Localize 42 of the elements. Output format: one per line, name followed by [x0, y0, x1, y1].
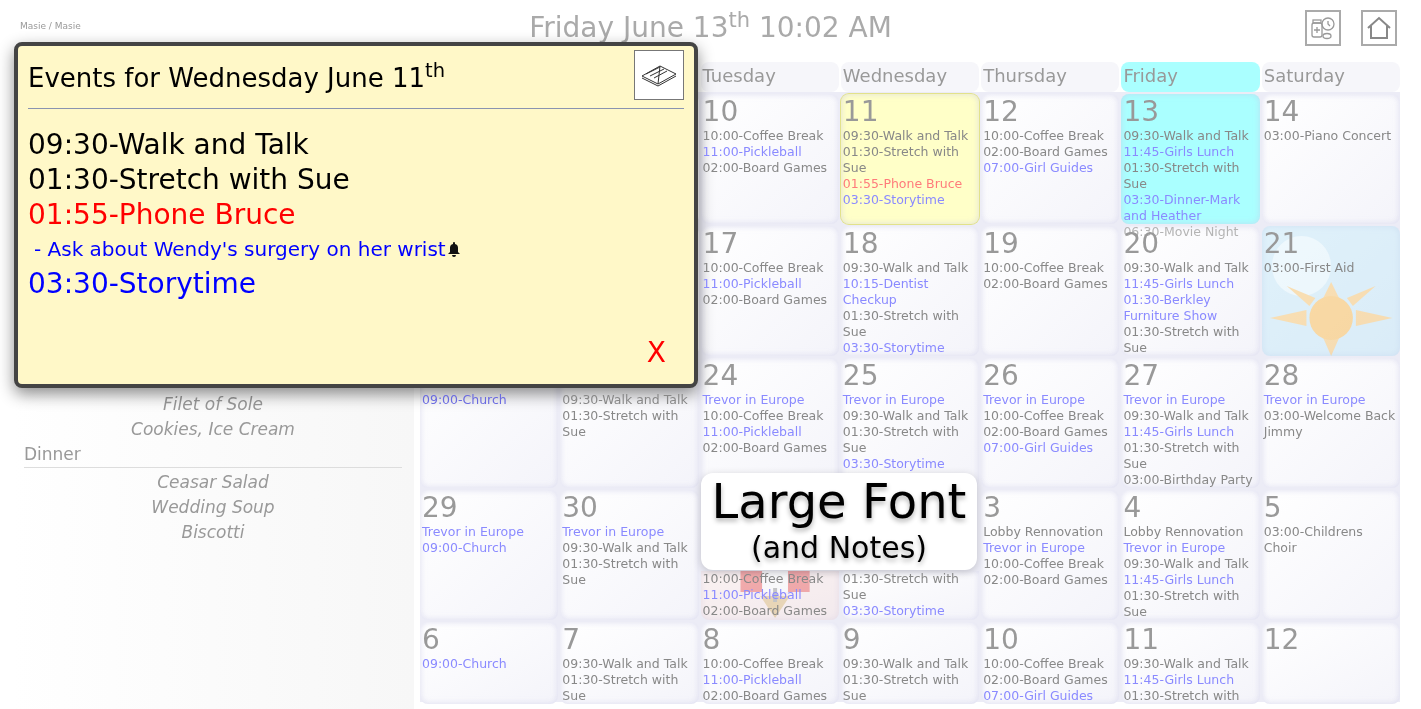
day-number: 9	[842, 623, 861, 656]
day-number: 11	[1123, 623, 1160, 656]
day-number: 8	[702, 623, 721, 656]
day-number: 5	[1263, 491, 1282, 524]
menu-dish: Cookies, Ice Cream	[131, 418, 295, 441]
weekday-header: Tuesday	[700, 62, 839, 92]
day-number: 27	[1123, 359, 1160, 392]
day-number: 17	[702, 227, 739, 260]
day-number: 19	[983, 227, 1019, 260]
menu-dish: Filet of Sole	[163, 393, 263, 416]
day-number: 4	[1123, 491, 1142, 524]
day-number: 7	[562, 623, 581, 656]
day-number: 6	[422, 623, 440, 656]
day-number: 30	[562, 491, 598, 524]
menu-dish: Ceasar Salad	[157, 471, 269, 494]
day-number: 14	[1263, 95, 1300, 128]
day-number: 24	[702, 359, 739, 392]
weekday-header: Friday	[1121, 62, 1260, 92]
menu-dish: Wedding Soup	[151, 496, 275, 519]
day-number: 25	[842, 359, 879, 392]
day-number: 13	[1123, 95, 1160, 128]
day-number: 28	[1263, 359, 1300, 392]
weekday-header: Wednesday	[840, 62, 980, 92]
event-note: - Ask about Wendy's surgery on her wrist	[34, 236, 446, 262]
day-number: 10	[983, 623, 1019, 656]
day-number: 26	[983, 359, 1019, 392]
caption-subtitle: (and Notes)	[751, 529, 927, 567]
date-time-title: Friday June 13$^{th}$ 10:02 AM	[529, 10, 892, 46]
day-number: 12	[1263, 623, 1300, 656]
day-number: 3	[983, 491, 1001, 524]
meal-heading: Dinner	[24, 444, 81, 464]
popup-title: Events for Wednesday June 11$^{th}$	[28, 58, 446, 95]
day-number: 21	[1263, 227, 1300, 260]
weekday-header: Thursday	[981, 62, 1120, 92]
day-number: 11	[842, 95, 879, 128]
menu-dish: Biscotti	[181, 521, 245, 544]
weekday-header: Saturday	[1261, 62, 1400, 92]
day-number: 10	[702, 95, 739, 128]
day-number: 12	[983, 95, 1019, 128]
day-number: 29	[422, 491, 458, 524]
day-number: 18	[842, 227, 879, 260]
breadcrumb: Masie / Masie	[20, 21, 81, 31]
